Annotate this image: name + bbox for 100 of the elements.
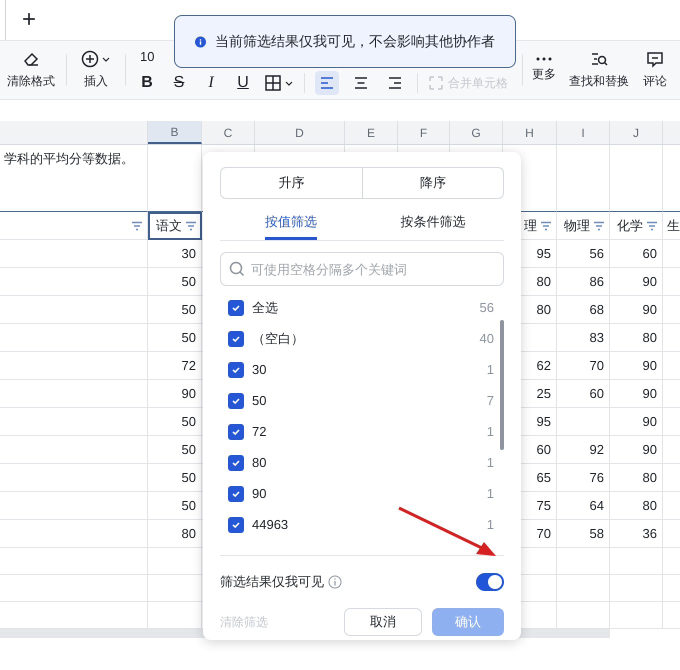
checkbox[interactable]	[228, 454, 244, 470]
table-cell: 58	[557, 520, 610, 548]
table-cell	[557, 575, 610, 602]
more-dots-icon	[536, 57, 552, 61]
column-header[interactable]: H	[503, 121, 557, 144]
filter-icon[interactable]	[646, 220, 658, 230]
merge-icon	[428, 75, 444, 91]
checkbox[interactable]	[228, 300, 244, 316]
checkbox[interactable]	[228, 362, 244, 378]
column-header[interactable]: E	[345, 121, 398, 144]
checkbox[interactable]	[228, 330, 244, 346]
table-cell: 90	[610, 408, 663, 436]
column-header[interactable]: C	[202, 121, 255, 144]
checkbox[interactable]	[228, 486, 244, 502]
table-cell: 83	[557, 324, 610, 352]
info-icon	[195, 34, 206, 50]
checkbox[interactable]	[228, 424, 244, 440]
borders-icon[interactable]	[264, 74, 294, 92]
table-cell: 50	[148, 296, 202, 324]
table-cell: 50	[148, 324, 202, 352]
check-icon	[231, 520, 241, 530]
underline-button[interactable]: U	[232, 71, 254, 95]
table-cell: 90	[610, 268, 663, 296]
add-tab-button[interactable]: +	[18, 9, 40, 31]
cancel-button[interactable]: 取消	[344, 608, 422, 636]
column-header[interactable]: D	[255, 121, 345, 144]
font-size-field[interactable]: 10	[136, 47, 158, 67]
table-cell	[557, 408, 610, 436]
filter-icon[interactable]	[185, 220, 197, 230]
comment-icon	[646, 50, 664, 68]
table-cell: 学科的平均分等数据。	[0, 145, 148, 212]
filter-option[interactable]: （空白） 40	[220, 323, 494, 354]
column-header[interactable]: J	[610, 121, 663, 144]
column-title: 物理	[564, 216, 590, 235]
filter-icon[interactable]	[593, 220, 605, 230]
filter-option[interactable]: 72 1	[220, 416, 494, 447]
strikethrough-button[interactable]: S	[168, 71, 190, 95]
check-icon	[231, 334, 241, 344]
table-cell: 36	[610, 520, 663, 548]
check-icon	[231, 396, 241, 406]
filter-option[interactable]: 90 1	[220, 478, 494, 509]
table-cell: 80	[610, 324, 663, 352]
filter-tab[interactable]: 按条件筛选	[400, 207, 466, 240]
filter-tab[interactable]: 按值筛选	[265, 207, 317, 240]
table-cell: 80	[610, 492, 663, 520]
table-cell: 90	[148, 380, 202, 408]
filter-option[interactable]: 50 7	[220, 385, 494, 416]
table-cell: 90	[610, 380, 663, 408]
toast-message: 当前筛选结果仅我可见，不会影响其他协作者	[215, 32, 495, 51]
sort-ascending-button[interactable]: 升序	[221, 168, 362, 198]
checkbox[interactable]	[228, 516, 244, 532]
table-cell: 80	[148, 520, 202, 548]
table-cell: 80	[610, 464, 663, 492]
visibility-toggle[interactable]	[476, 573, 504, 591]
search-field[interactable]: 可使用空格分隔多个关键词	[220, 252, 504, 286]
comment-button[interactable]: 评论	[637, 44, 673, 96]
table-cell: 76	[557, 464, 610, 492]
table-cell: 64	[557, 492, 610, 520]
sort-descending-button[interactable]: 降序	[362, 168, 503, 198]
table-cell: 70	[557, 352, 610, 380]
filter-option[interactable]: 30 1	[220, 354, 494, 385]
table-cell: 50	[148, 408, 202, 436]
check-icon	[231, 364, 241, 374]
filter-option[interactable]: 全选 56	[220, 292, 494, 323]
scrollbar[interactable]	[500, 320, 504, 450]
clear-format-button[interactable]: 清除格式	[0, 44, 62, 96]
toggle-label: 筛选结果仅我可见	[220, 573, 324, 592]
italic-button[interactable]: I	[200, 71, 222, 95]
table-cell: 86	[557, 268, 610, 296]
filter-icon[interactable]	[540, 220, 552, 230]
insert-button[interactable]: 插入	[71, 44, 121, 96]
bold-button[interactable]: B	[136, 71, 158, 95]
table-cell	[610, 548, 663, 575]
column-header[interactable]: G	[450, 121, 503, 144]
table-cell: 60	[610, 240, 663, 268]
filter-option[interactable]: 80 1	[220, 447, 494, 478]
check-icon	[231, 488, 241, 498]
eraser-icon	[22, 50, 40, 68]
column-header[interactable]: B	[148, 121, 202, 144]
column-title: 生	[667, 216, 680, 235]
table-cell: 56	[557, 240, 610, 268]
check-icon	[231, 458, 241, 468]
info-icon	[328, 575, 342, 589]
column-title: 语文	[156, 216, 182, 235]
column-header[interactable]: F	[398, 121, 450, 144]
column-header[interactable]: I	[557, 121, 610, 144]
table-cell	[557, 548, 610, 575]
checkbox[interactable]	[228, 392, 244, 408]
more-button[interactable]: 更多	[527, 44, 561, 96]
filter-option[interactable]: 44963 1	[220, 509, 494, 540]
filter-icon[interactable]	[131, 220, 143, 230]
column-title: 理	[524, 216, 537, 235]
table-cell: 92	[557, 436, 610, 464]
align-left-button[interactable]	[315, 71, 339, 95]
table-cell	[610, 602, 663, 629]
table-cell: 50	[148, 436, 202, 464]
column-title: 化学	[617, 216, 643, 235]
table-cell	[610, 575, 663, 602]
table-cell: 68	[557, 296, 610, 324]
find-replace-button[interactable]: 查找和替换	[561, 44, 637, 96]
